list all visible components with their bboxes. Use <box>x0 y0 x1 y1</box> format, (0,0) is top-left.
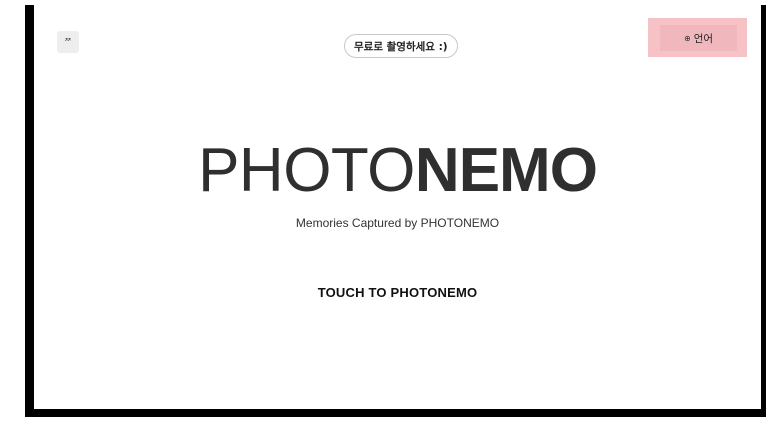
right-margin <box>770 0 784 421</box>
top-left-button[interactable]: ᅏ <box>57 31 79 53</box>
touch-to-start-button[interactable]: TOUCH TO PHOTONEMO <box>34 285 761 300</box>
logo-light-text: PHOTO <box>198 136 415 205</box>
kiosk-frame: ᅏ 무료로 촬영하세요 :) ⊕ 언어 PHOTONEMO Memories C… <box>25 5 766 417</box>
free-shooting-badge: 무료로 촬영하세요 :) <box>344 34 458 58</box>
photonemo-logo: PHOTONEMO <box>34 140 761 202</box>
free-shooting-label: 무료로 촬영하세요 :) <box>354 40 448 53</box>
language-button[interactable]: ⊕ 언어 <box>660 25 737 51</box>
translate-icon: ᅏ <box>64 37 72 46</box>
language-button-highlight: ⊕ 언어 <box>648 18 747 57</box>
logo-bold-text: NEMO <box>414 136 598 205</box>
kiosk-screen[interactable]: ᅏ 무료로 촬영하세요 :) ⊕ 언어 PHOTONEMO Memories C… <box>34 5 761 409</box>
tagline: Memories Captured by PHOTONEMO <box>295 216 500 230</box>
language-label: 언어 <box>693 32 714 45</box>
globe-icon: ⊕ <box>683 33 691 43</box>
